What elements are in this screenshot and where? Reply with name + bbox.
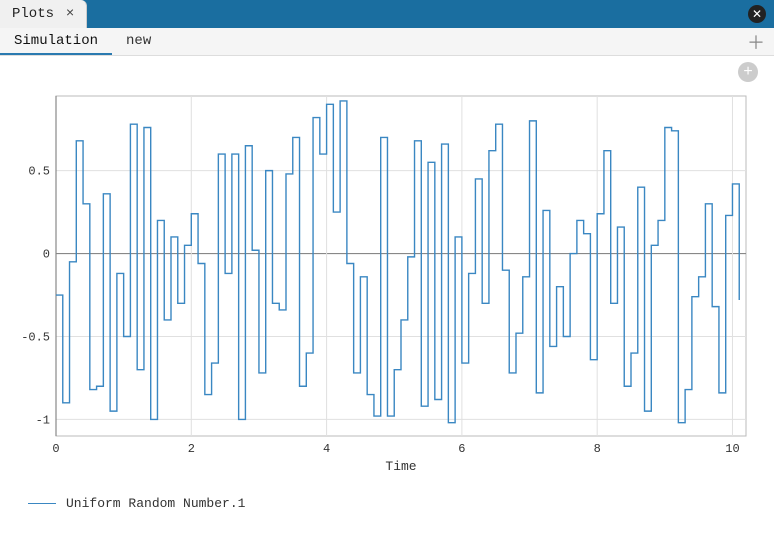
svg-text:Time: Time	[385, 459, 416, 474]
legend-label: Uniform Random Number.1	[66, 496, 245, 511]
sub-tab-simulation[interactable]: Simulation	[0, 28, 112, 55]
legend: Uniform Random Number.1	[28, 496, 774, 511]
add-tab-icon[interactable]: ＋	[746, 32, 766, 52]
chart: -1 -0.5 0 0.5 0 2 4 6 8 10 Time	[16, 86, 756, 476]
sub-tab-label: new	[126, 33, 151, 49]
panel-close-icon[interactable]: ✕	[748, 5, 766, 23]
svg-text:10: 10	[725, 442, 739, 456]
add-plot-icon[interactable]: +	[738, 62, 758, 82]
svg-text:0: 0	[52, 442, 59, 456]
main-tab-strip: Plots × ✕	[0, 0, 774, 28]
svg-text:0.5: 0.5	[28, 165, 50, 179]
legend-line-icon	[28, 503, 56, 504]
tab-label: Plots	[12, 6, 54, 22]
svg-text:-1: -1	[36, 413, 50, 427]
svg-text:4: 4	[323, 442, 330, 456]
svg-text:2: 2	[188, 442, 195, 456]
chart-svg: -1 -0.5 0 0.5 0 2 4 6 8 10 Time	[16, 86, 756, 476]
sub-tabs: Simulation new	[0, 28, 165, 55]
tab-plots[interactable]: Plots ×	[0, 0, 87, 28]
plot-toolbar: +	[0, 56, 774, 82]
close-icon[interactable]: ×	[62, 6, 78, 22]
svg-text:0: 0	[43, 248, 50, 262]
sub-tab-label: Simulation	[14, 33, 98, 49]
sub-tab-new[interactable]: new	[112, 28, 165, 55]
svg-text:-0.5: -0.5	[21, 330, 50, 344]
svg-text:8: 8	[594, 442, 601, 456]
svg-text:6: 6	[458, 442, 465, 456]
sub-tab-strip: Simulation new ＋	[0, 28, 774, 56]
